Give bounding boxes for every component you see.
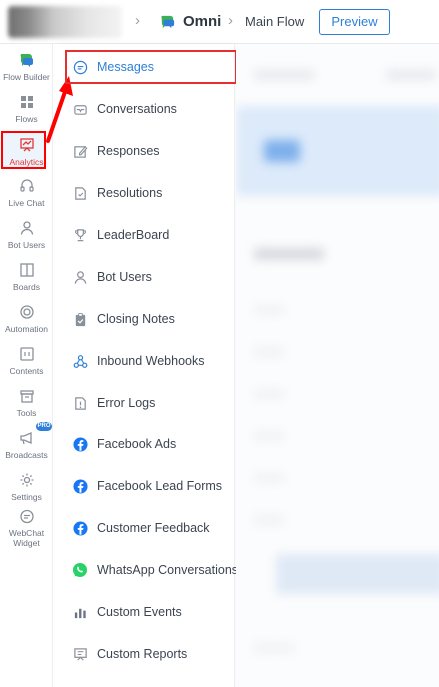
analytics-icon xyxy=(19,138,34,152)
user-icon xyxy=(72,269,88,285)
menu-item-facebook-ads[interactable]: Facebook Ads xyxy=(55,427,235,461)
message-icon xyxy=(72,59,88,75)
rail-label: Bot Users xyxy=(7,240,46,250)
menu-item-conversations[interactable]: Conversations xyxy=(55,92,235,126)
menu-item-custom-events[interactable]: Custom Events xyxy=(55,595,235,629)
conversations-icon xyxy=(72,101,88,117)
menu-item-label: Messages xyxy=(97,60,154,74)
menu-item-label: Inbound Webhooks xyxy=(97,354,205,368)
menu-item-customer-feedback[interactable]: Customer Feedback xyxy=(55,511,235,545)
rail-label: Boards xyxy=(13,282,40,292)
omni-project-icon xyxy=(161,15,175,29)
menu-item-label: Custom Reports xyxy=(97,647,188,661)
breadcrumb-chevron-icon: › xyxy=(228,12,233,29)
menu-item-label: Customer Feedback xyxy=(97,521,210,535)
flows-grid-icon xyxy=(20,96,33,108)
report-icon xyxy=(72,646,88,662)
clipboard-icon xyxy=(72,311,88,327)
menu-item-label: LeaderBoard xyxy=(97,228,170,242)
rail-item-bot-users[interactable]: Bot Users xyxy=(0,220,53,250)
rail-label: Live Chat xyxy=(8,198,45,208)
user-icon xyxy=(20,221,33,235)
error-log-icon xyxy=(72,395,88,411)
rail-label: Contents xyxy=(9,366,44,376)
headset-icon xyxy=(19,179,34,192)
menu-item-label: Bot Users xyxy=(97,270,152,284)
rail-item-settings[interactable]: Settings xyxy=(0,472,53,502)
menu-item-closing-notes[interactable]: Closing Notes xyxy=(55,302,235,336)
rail-label-line2: Widget xyxy=(13,538,40,548)
bar-chart-icon xyxy=(72,604,88,620)
menu-item-label: WhatsApp Conversations xyxy=(97,563,239,577)
facebook-icon xyxy=(72,436,88,452)
automation-icon xyxy=(19,305,34,319)
board-icon xyxy=(19,263,34,277)
megaphone-icon xyxy=(19,432,32,445)
tools-icon xyxy=(19,390,34,403)
menu-item-resolutions[interactable]: Resolutions xyxy=(55,176,235,210)
blurred-main-content xyxy=(236,44,439,687)
webhook-icon xyxy=(72,353,88,369)
blurred-brand-logo xyxy=(8,6,122,38)
rail-label: Broadcasts xyxy=(5,450,48,460)
menu-item-inbound-webhooks[interactable]: Inbound Webhooks xyxy=(55,344,235,378)
breadcrumb-flow[interactable]: Main Flow xyxy=(245,14,304,29)
webchat-icon xyxy=(19,509,34,524)
rail-item-live-chat[interactable]: Live Chat xyxy=(0,178,53,208)
whatsapp-icon xyxy=(72,562,88,578)
rail-item-contents[interactable]: Contents xyxy=(0,346,53,376)
menu-item-facebook-lead-forms[interactable]: Facebook Lead Forms xyxy=(55,469,235,503)
resolution-icon xyxy=(72,185,88,201)
menu-item-label: Closing Notes xyxy=(97,312,175,326)
rail-label: Settings xyxy=(11,492,42,502)
contents-icon xyxy=(19,347,34,361)
edit-icon xyxy=(72,143,88,159)
rail-label: WebChat xyxy=(8,528,45,538)
facebook-icon xyxy=(72,520,88,536)
rail-label: Tools xyxy=(16,408,37,418)
rail-item-tools[interactable]: Tools xyxy=(0,388,53,418)
menu-item-label: Facebook Lead Forms xyxy=(97,479,223,493)
menu-item-label: Custom Events xyxy=(97,605,182,619)
menu-item-label: Conversations xyxy=(97,102,177,116)
menu-item-error-logs[interactable]: Error Logs xyxy=(55,386,235,420)
menu-item-leaderboard[interactable]: LeaderBoard xyxy=(55,218,235,252)
breadcrumb-chevron-icon: › xyxy=(135,12,140,29)
menu-item-responses[interactable]: Responses xyxy=(55,134,235,168)
rail-item-boards[interactable]: Boards xyxy=(0,262,53,292)
preview-button[interactable]: Preview xyxy=(319,9,390,35)
rail-label: Automation xyxy=(5,324,48,334)
gear-icon xyxy=(20,473,33,487)
blurred-content-placeholder xyxy=(236,44,439,687)
pro-badge: PRO xyxy=(36,422,52,431)
rail-item-webchat-widget[interactable]: WebChat Widget xyxy=(0,509,53,548)
menu-item-messages[interactable]: Messages xyxy=(55,50,235,84)
menu-item-custom-reports[interactable]: Custom Reports xyxy=(55,637,235,671)
flow-builder-icon xyxy=(20,54,33,67)
menu-item-bot-users[interactable]: Bot Users xyxy=(55,260,235,294)
menu-item-label: Responses xyxy=(97,144,160,158)
menu-item-label: Error Logs xyxy=(97,396,156,410)
rail-item-broadcasts[interactable]: Broadcasts xyxy=(0,430,53,460)
facebook-icon xyxy=(72,478,88,494)
menu-item-whatsapp-conversations[interactable]: WhatsApp Conversations xyxy=(55,553,239,587)
menu-item-label: Facebook Ads xyxy=(97,437,177,451)
rail-label: Analytics xyxy=(9,157,44,167)
menu-item-label: Resolutions xyxy=(97,186,163,200)
rail-item-automation[interactable]: Automation xyxy=(0,304,53,334)
top-bar: › Omni › Main Flow Preview xyxy=(0,0,439,44)
trophy-icon xyxy=(72,227,88,243)
breadcrumb-project[interactable]: Omni xyxy=(183,13,221,30)
